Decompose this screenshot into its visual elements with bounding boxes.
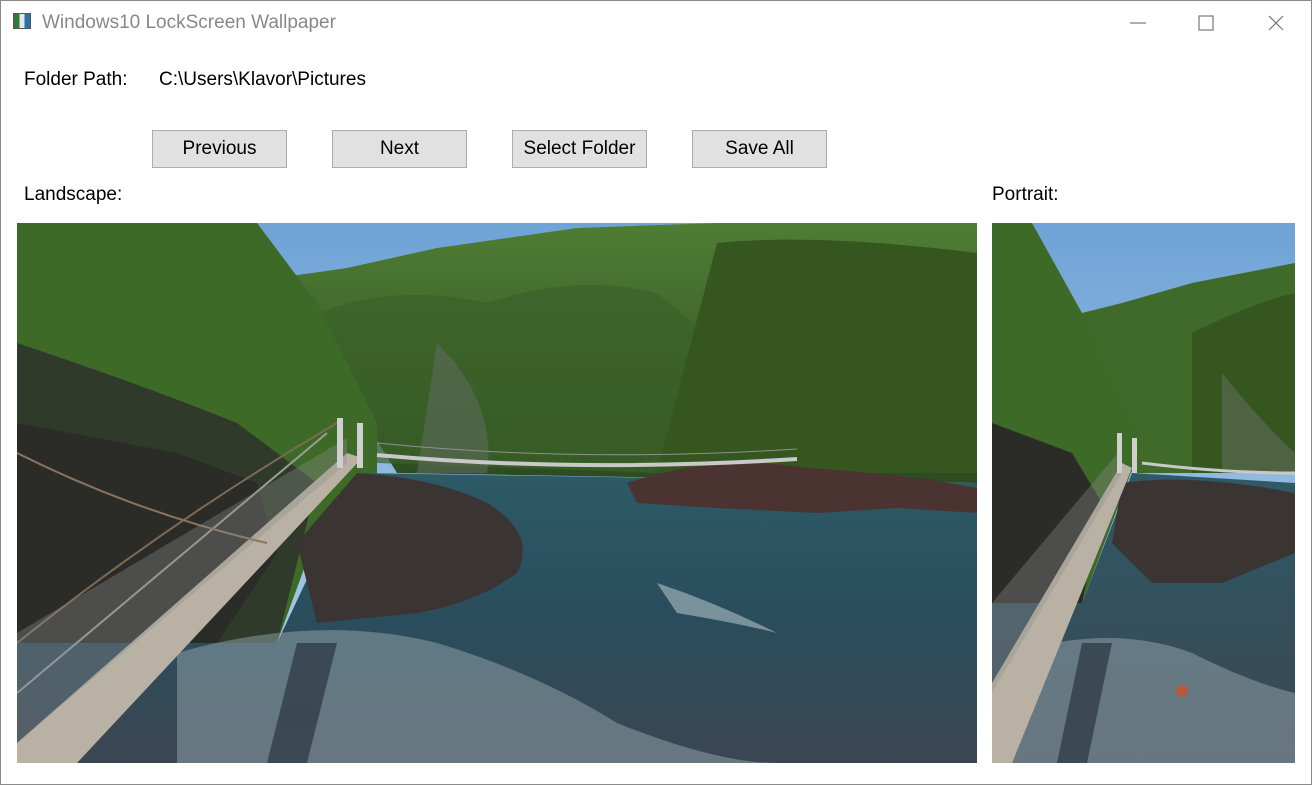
folder-path-value: C:\Users\Klavor\Pictures xyxy=(159,69,366,90)
maximize-button[interactable] xyxy=(1183,1,1229,45)
landscape-label: Landscape: xyxy=(24,184,123,205)
close-icon xyxy=(1268,15,1284,31)
minimize-button[interactable] xyxy=(1115,1,1161,45)
minimize-icon xyxy=(1130,22,1146,24)
window-title: Windows10 LockScreen Wallpaper xyxy=(42,12,336,33)
previous-button[interactable]: Previous xyxy=(152,130,287,168)
landscape-image xyxy=(17,223,977,763)
select-folder-button[interactable]: Select Folder xyxy=(512,130,647,168)
next-button[interactable]: Next xyxy=(332,130,467,168)
save-all-button[interactable]: Save All xyxy=(692,130,827,168)
app-window: Windows10 LockScreen Wallpaper Folder Pa… xyxy=(0,0,1312,785)
folder-path-label: Folder Path: xyxy=(24,69,128,90)
app-icon xyxy=(13,13,31,29)
close-button[interactable] xyxy=(1253,1,1299,45)
portrait-image xyxy=(992,223,1295,763)
title-bar[interactable]: Windows10 LockScreen Wallpaper xyxy=(1,1,1311,45)
maximize-icon xyxy=(1198,15,1214,31)
portrait-label: Portrait: xyxy=(992,184,1059,205)
